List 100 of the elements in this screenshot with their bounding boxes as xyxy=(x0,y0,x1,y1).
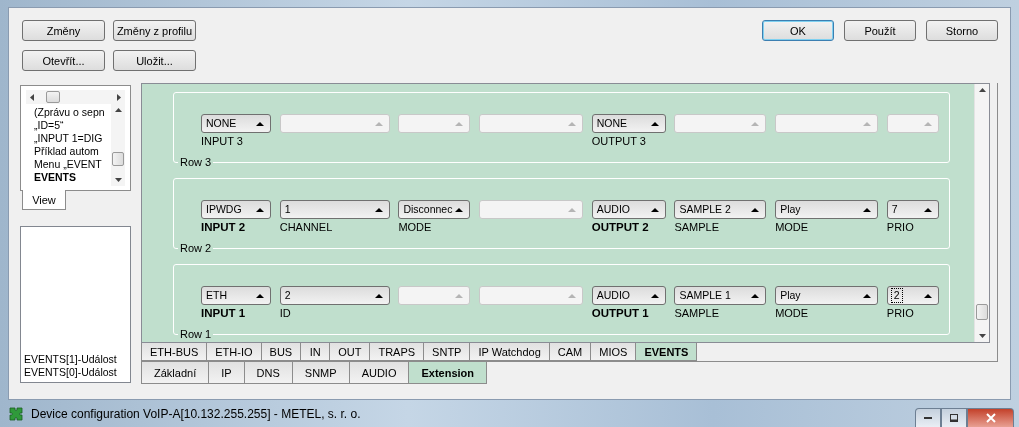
file-button[interactable]: Otevřít... xyxy=(22,50,105,71)
up-arrow-icon[interactable] xyxy=(114,108,122,112)
caret-icon xyxy=(751,121,760,126)
dropdown[interactable]: ETH xyxy=(201,286,271,305)
scroll-thumb[interactable] xyxy=(46,91,60,103)
scroll-thumb[interactable] xyxy=(976,304,988,320)
dropdown[interactable]: SAMPLE 1 xyxy=(674,286,767,305)
field-label: CHANNEL xyxy=(279,221,333,233)
dropdown[interactable]: 2 xyxy=(279,286,390,305)
tree-item[interactable]: EVENTS xyxy=(34,171,111,184)
tree-item[interactable]: „INPUT 1=DIG xyxy=(34,132,111,145)
field-label: OUTPUT 2 xyxy=(591,221,649,233)
tree-item[interactable]: Příklad autom xyxy=(34,145,111,158)
puzzle-icon xyxy=(8,405,24,422)
tab[interactable]: OUT xyxy=(329,343,371,361)
caret-icon xyxy=(863,293,872,298)
tab[interactable]: IN xyxy=(300,343,331,361)
caret-icon xyxy=(455,121,464,126)
maximize-button[interactable] xyxy=(941,408,967,427)
tab[interactable]: IP Watchdog xyxy=(469,343,550,361)
tab[interactable]: Extension xyxy=(408,362,488,384)
dialog-button[interactable]: Storno xyxy=(926,20,998,41)
dropdown[interactable]: NONE xyxy=(591,114,666,133)
caret-icon xyxy=(374,207,383,212)
dropdown[interactable]: IPWDG xyxy=(201,200,271,219)
up-arrow-icon[interactable] xyxy=(978,88,986,92)
tab[interactable]: AUDIO xyxy=(348,362,410,384)
changes-button[interactable]: Změny xyxy=(22,20,105,41)
down-arrow-icon[interactable] xyxy=(978,334,986,338)
tab[interactable]: ETH-IO xyxy=(206,343,262,361)
minimize-button[interactable] xyxy=(915,408,941,427)
tab[interactable]: CAM xyxy=(548,343,592,361)
caret-icon xyxy=(568,207,577,212)
tree-item[interactable]: „ID=5“ xyxy=(34,119,111,132)
field-label: ID xyxy=(279,307,291,319)
field-label: MODE xyxy=(398,221,432,233)
changes-button[interactable]: Změny z profilu xyxy=(113,20,196,41)
dropdown[interactable]: AUDIO xyxy=(591,286,666,305)
window-title: Device configuration VoIP-A[10.132.255.255] - METEL, s. r. o. xyxy=(31,406,361,421)
dropdown[interactable]: Disconnec xyxy=(398,200,471,219)
dropdown[interactable]: AUDIO xyxy=(591,200,666,219)
file-button[interactable]: Uložit... xyxy=(113,50,196,71)
scroll-thumb[interactable] xyxy=(112,152,124,166)
vertical-scrollbar[interactable] xyxy=(974,84,989,342)
caret-icon xyxy=(863,121,872,126)
field-label: MODE xyxy=(775,307,809,319)
dropdown[interactable]: NONE xyxy=(201,114,271,133)
left-arrow-icon[interactable] xyxy=(30,93,34,101)
tab[interactable]: ETH-BUS xyxy=(141,343,208,361)
list-item[interactable]: EVENTS[1]-Událost xyxy=(24,353,127,366)
field-label: PRIO xyxy=(886,307,914,319)
view-tab[interactable]: View xyxy=(22,190,66,210)
dialog-button[interactable]: OK xyxy=(762,20,834,41)
dropdown[interactable]: 2 xyxy=(886,286,939,305)
caret-icon xyxy=(923,121,932,126)
field-label: PRIO xyxy=(886,221,914,233)
dropdown[interactable]: SAMPLE 2 xyxy=(674,200,767,219)
vertical-scrollbar[interactable] xyxy=(111,104,125,186)
group-label: Row 2 xyxy=(178,242,214,255)
caret-icon xyxy=(863,207,872,212)
tree-item[interactable]: Menu „EVENT xyxy=(34,158,111,171)
dropdown[interactable]: 7 xyxy=(886,200,939,219)
field-label: SAMPLE xyxy=(674,307,720,319)
tab[interactable]: BUS xyxy=(260,343,302,361)
group-label: Row 1 xyxy=(178,328,214,341)
horizontal-scrollbar[interactable] xyxy=(26,90,125,104)
caret-icon xyxy=(374,293,383,298)
tab[interactable]: SNMP xyxy=(291,362,350,384)
caret-icon xyxy=(256,121,264,126)
caret-icon xyxy=(568,293,577,298)
tab[interactable]: MIOS xyxy=(590,343,637,361)
list-item[interactable]: EVENTS[0]-Událost xyxy=(24,366,127,379)
caret-icon xyxy=(923,293,932,298)
close-button[interactable] xyxy=(967,408,1014,427)
tab[interactable]: Základní xyxy=(141,362,210,384)
dropdown[interactable]: Play xyxy=(775,286,879,305)
dropdown[interactable]: 1 xyxy=(279,200,390,219)
field-label: INPUT 2 xyxy=(201,221,246,233)
down-arrow-icon[interactable] xyxy=(114,178,122,182)
tab[interactable]: DNS xyxy=(243,362,293,384)
caret-icon xyxy=(923,207,932,212)
minimize-icon xyxy=(924,417,932,419)
group-label: Row 3 xyxy=(178,156,214,169)
caret-icon xyxy=(650,207,659,212)
dialog-button[interactable]: Použít xyxy=(844,20,916,41)
field-label: OUTPUT 1 xyxy=(591,307,649,319)
tab[interactable]: TRAPS xyxy=(369,343,425,361)
dropdown[interactable]: Play xyxy=(775,200,879,219)
tab[interactable]: IP xyxy=(208,362,245,384)
maximize-icon xyxy=(950,414,958,422)
tree-item[interactable]: (Zprávu o sepn xyxy=(34,106,111,119)
caret-icon xyxy=(650,121,659,126)
caret-icon xyxy=(455,293,464,298)
caret-icon xyxy=(374,121,383,126)
close-icon xyxy=(985,413,996,423)
right-arrow-icon[interactable] xyxy=(117,93,121,101)
tab[interactable]: SNTP xyxy=(423,343,471,361)
caret-icon xyxy=(751,207,760,212)
caret-icon xyxy=(751,293,760,298)
tab[interactable]: EVENTS xyxy=(635,343,698,361)
